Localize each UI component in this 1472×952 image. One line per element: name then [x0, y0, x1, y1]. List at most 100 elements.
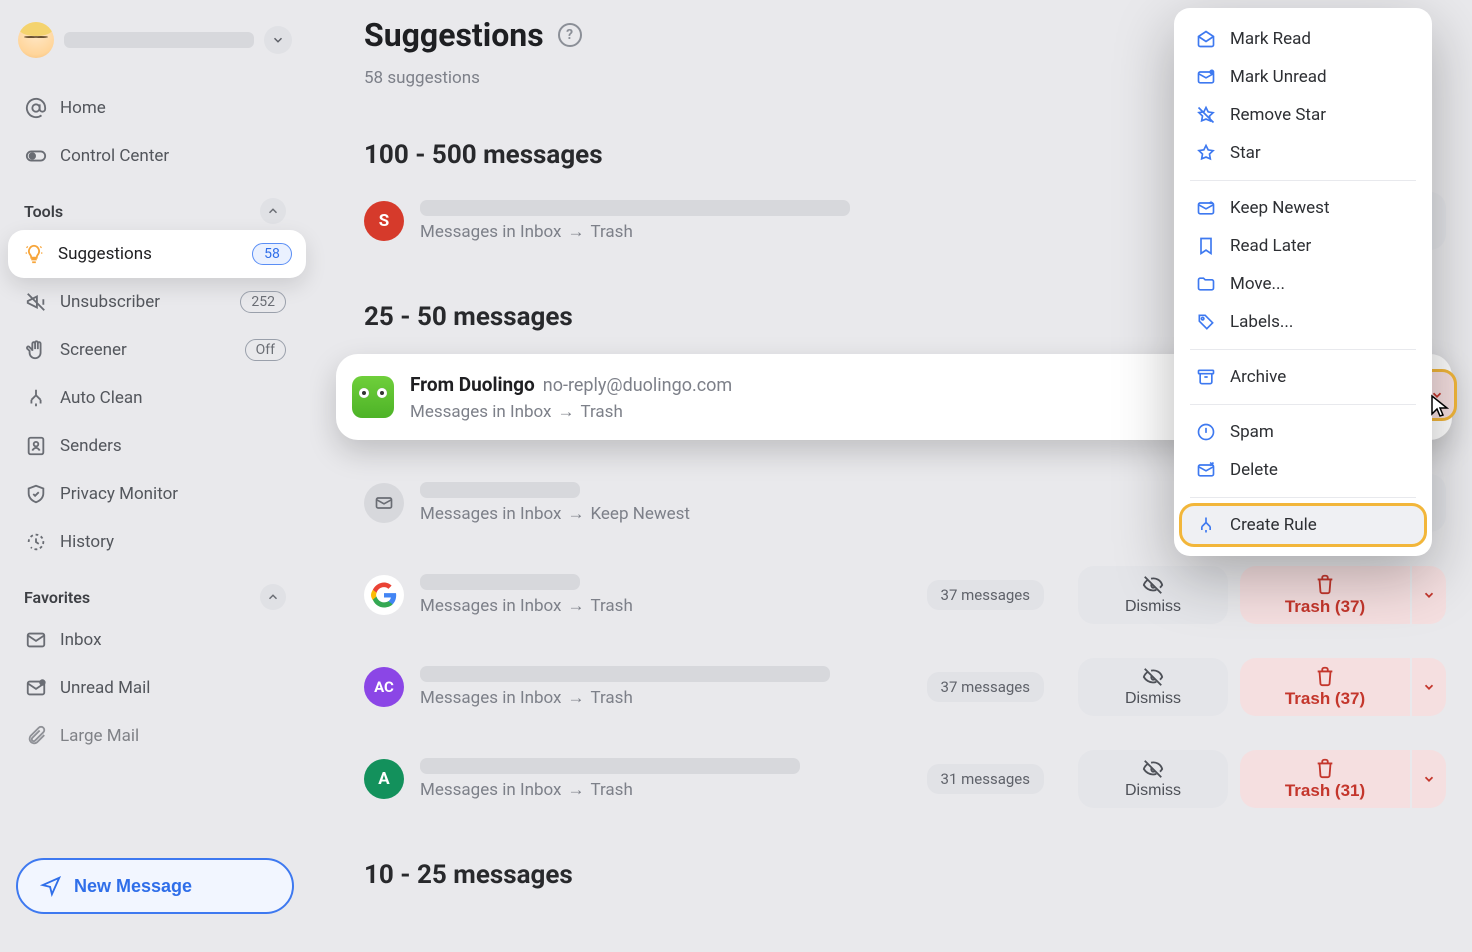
bookmark-icon — [1196, 236, 1216, 256]
sender-avatar: AC — [364, 667, 404, 707]
menu-delete[interactable]: Delete — [1182, 451, 1424, 489]
nav-unsubscriber[interactable]: Unsubscriber 252 — [10, 278, 300, 326]
message-count: 37 messages — [927, 672, 1044, 702]
star-icon — [1196, 143, 1216, 163]
section-tools-header[interactable]: Tools — [10, 180, 300, 230]
trash-more-button[interactable] — [1412, 658, 1446, 716]
trash-icon — [1314, 757, 1336, 779]
row-rule: Messages in Inbox→Trash — [420, 596, 911, 616]
count-badge: 58 — [252, 243, 292, 265]
nav-label: Unread Mail — [60, 678, 286, 698]
sender-name-placeholder — [420, 574, 580, 590]
chevron-down-icon — [1422, 772, 1436, 786]
menu-move[interactable]: Move... — [1182, 265, 1424, 303]
section-label: Tools — [24, 202, 260, 221]
row-rule: Messages in Inbox→Trash — [410, 402, 1213, 422]
nav-label: Control Center — [60, 146, 286, 166]
sender-avatar-duolingo — [352, 376, 394, 418]
menu-spam[interactable]: Spam — [1182, 413, 1424, 451]
row-rule: Messages in Inbox→Keep Newest — [420, 504, 1219, 524]
account-name-placeholder — [64, 32, 254, 48]
sender-name-placeholder — [420, 666, 830, 682]
page-title: Suggestions — [364, 16, 544, 54]
menu-read-later[interactable]: Read Later — [1182, 227, 1424, 265]
avatar — [18, 22, 54, 58]
menu-separator — [1190, 404, 1416, 405]
menu-create-rule[interactable]: Create Rule — [1182, 506, 1424, 544]
suggestion-row[interactable]: Messages in Inbox→Trash 37 messages Dism… — [364, 566, 1446, 624]
sender-avatar — [364, 483, 404, 523]
nav-label: Inbox — [60, 630, 286, 650]
section-favorites-header[interactable]: Favorites — [10, 566, 300, 616]
menu-keep-newest[interactable]: Keep Newest — [1182, 189, 1424, 227]
nav-label: Auto Clean — [60, 388, 286, 408]
menu-mark-unread[interactable]: Mark Unread — [1182, 58, 1424, 96]
dismiss-button[interactable]: Dismiss — [1078, 750, 1228, 808]
row-body: Messages in Inbox→Trash — [420, 666, 911, 708]
eye-off-icon — [1142, 574, 1164, 596]
nav-history[interactable]: History — [10, 518, 300, 566]
dismiss-button[interactable]: Dismiss — [1078, 566, 1228, 624]
new-message-button[interactable]: New Message — [16, 858, 294, 914]
trash-button[interactable]: Trash (37) — [1240, 658, 1410, 716]
menu-star[interactable]: Star — [1182, 134, 1424, 172]
menu-separator — [1190, 349, 1416, 350]
nav-auto-clean[interactable]: Auto Clean — [10, 374, 300, 422]
nav-label: Unsubscriber — [60, 292, 228, 312]
address-book-icon — [24, 434, 48, 458]
mail-unread-icon — [24, 676, 48, 700]
dismiss-button[interactable]: Dismiss — [1078, 658, 1228, 716]
nav-unread[interactable]: Unread Mail — [10, 664, 300, 712]
sender-name-placeholder — [420, 758, 800, 774]
row-body: Messages in Inbox→Trash — [420, 574, 911, 616]
menu-labels[interactable]: Labels... — [1182, 303, 1424, 341]
nav-label: Senders — [60, 436, 286, 456]
menu-archive[interactable]: Archive — [1182, 358, 1424, 396]
account-switcher[interactable] — [10, 16, 300, 64]
row-body: From Duolingono-reply@duolingo.com Messa… — [410, 373, 1213, 422]
trash-more-button[interactable] — [1412, 566, 1446, 624]
flow-icon — [1196, 515, 1216, 535]
sidebar: Home Control Center Tools Suggestions 58 — [0, 0, 310, 952]
paper-plane-icon — [40, 875, 62, 897]
mail-x-icon — [1196, 460, 1216, 480]
row-body: Messages in Inbox→Trash — [420, 758, 911, 800]
nav-inbox[interactable]: Inbox — [10, 616, 300, 664]
mail-open-icon — [1196, 29, 1216, 49]
archive-icon — [1196, 367, 1216, 387]
chevron-down-icon — [1422, 680, 1436, 694]
trash-button[interactable]: Trash (31) — [1240, 750, 1410, 808]
sender-name-placeholder — [420, 482, 580, 498]
attachment-icon — [24, 724, 48, 748]
sender-name-placeholder — [420, 200, 850, 216]
nav-screener[interactable]: Screener Off — [10, 326, 300, 374]
row-rule: Messages in Inbox→Trash — [420, 688, 911, 708]
nav-large-mail[interactable]: Large Mail — [10, 712, 300, 760]
alert-icon — [1196, 422, 1216, 442]
nav-label: History — [60, 532, 286, 552]
lightbulb-icon — [22, 242, 46, 266]
button-label: New Message — [74, 876, 192, 897]
star-off-icon — [1196, 105, 1216, 125]
mail-star-icon — [1196, 198, 1216, 218]
nav-label: Suggestions — [58, 244, 240, 264]
shield-icon — [24, 482, 48, 506]
sender-title: From Duolingono-reply@duolingo.com — [410, 373, 1213, 396]
suggestion-row[interactable]: A Messages in Inbox→Trash 31 messages Di… — [364, 750, 1446, 808]
menu-remove-star[interactable]: Remove Star — [1182, 96, 1424, 134]
sender-avatar-google — [364, 575, 404, 615]
nav-control-center[interactable]: Control Center — [10, 132, 300, 180]
nav-home[interactable]: Home — [10, 84, 300, 132]
suggestion-row[interactable]: AC Messages in Inbox→Trash 37 messages D… — [364, 658, 1446, 716]
chevron-down-icon[interactable] — [264, 26, 292, 54]
trash-more-button[interactable] — [1412, 750, 1446, 808]
nav-senders[interactable]: Senders — [10, 422, 300, 470]
menu-mark-read[interactable]: Mark Read — [1182, 20, 1424, 58]
nav-privacy[interactable]: Privacy Monitor — [10, 470, 300, 518]
help-icon[interactable]: ? — [558, 23, 582, 47]
nav-suggestions[interactable]: Suggestions 58 — [8, 230, 306, 278]
row-body: Messages in Inbox→Keep Newest — [420, 482, 1219, 524]
toggle-icon — [24, 144, 48, 168]
trash-button[interactable]: Trash (37) — [1240, 566, 1410, 624]
row-actions: Dismiss Trash (37) — [1078, 566, 1446, 624]
